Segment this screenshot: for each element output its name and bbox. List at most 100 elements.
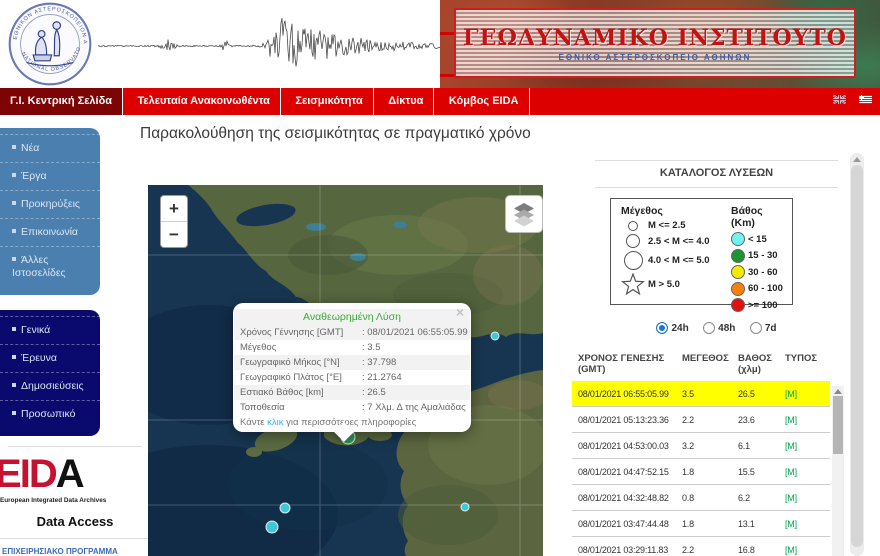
popup-row-location: Τοποθεσία: 7 Χλμ. Δ της Αμαλιάδας <box>234 400 470 415</box>
eida-logo[interactable]: EIDA <box>0 452 115 496</box>
catalog-title: ΚΑΤΑΛΟΓΟΣ ΛΥΣΕΩΝ <box>595 167 838 179</box>
scroll-up-icon[interactable] <box>834 389 842 394</box>
legend-magnitude-column: Μέγεθος M <= 2.5 2.5 < M <= 4.0 4.0 < M … <box>621 205 729 298</box>
radio-icon[interactable] <box>656 322 668 334</box>
greek-flag-language-button[interactable] <box>859 95 872 104</box>
table-row[interactable]: 08/01/2021 03:29:11.832.216.8[M] <box>572 537 830 556</box>
nav-item-eida-node[interactable]: Κόμβος EIDA <box>439 88 530 115</box>
legend-depth-title: Βάθος (Km) <box>731 205 789 229</box>
bullet-icon <box>12 201 16 205</box>
nav-item-latest-announcements[interactable]: Τελευταία Ανακοινωθέντα <box>127 88 280 115</box>
sidebar-item-label: Έρευνα <box>21 352 57 364</box>
map-legend: Μέγεθος M <= 2.5 2.5 < M <= 4.0 4.0 < M … <box>610 198 793 305</box>
legend-depth-item: < 15 <box>731 232 789 246</box>
eida-tagline: European Integrated Data Archives <box>0 497 150 504</box>
table-row[interactable]: 08/01/2021 04:32:48.820.86.2[M] <box>572 485 830 511</box>
page-scrollbar[interactable] <box>850 153 864 556</box>
nav-item-networks[interactable]: Δίκτυα <box>378 88 434 115</box>
nav-item-home[interactable]: Γ.Ι. Κεντρική Σελίδα <box>0 88 123 115</box>
earthquake-marker[interactable] <box>461 503 469 511</box>
main-navigation: Γ.Ι. Κεντρική Σελίδα Τελευταία Ανακοινωθ… <box>0 88 880 115</box>
data-access-label[interactable]: Data Access <box>0 514 150 529</box>
divider <box>0 538 148 539</box>
popup-title: Αναθεωρημένη Λύση <box>234 309 470 325</box>
institute-subtitle: ΕΘΝΙΚΟ ΑΣΤΕΡΟΣΚΟΠΕΙΟ ΑΘΗΝΩΝ <box>559 53 752 62</box>
zoom-out-button[interactable]: − <box>161 222 187 247</box>
sidebar-item-label: Επικοινωνία <box>21 226 78 238</box>
institute-title-box: ΓΕΩΔΥΝΑΜΙΚΟ ΙΝΣΤΙΤΟΥΤΟ ΕΘΝΙΚΟ ΑΣΤΕΡΟΣΚΟΠ… <box>454 8 856 78</box>
nav-item-seismicity[interactable]: Σεισμικότητα <box>285 88 373 115</box>
sidebar-menu-bottom: Γενικά Έρευνα Δημοσιεύσεις Προσωπικό <box>0 310 100 436</box>
institute-banner: ΓΕΩΔΥΝΑΜΙΚΟ ΙΝΣΤΙΤΟΥΤΟ ΕΘΝΙΚΟ ΑΣΤΕΡΟΣΚΟΠ… <box>440 0 880 88</box>
legend-depth-item: 60 - 100 <box>731 282 789 296</box>
uk-flag-language-button[interactable] <box>833 95 846 104</box>
large-circle-icon <box>624 251 643 270</box>
table-header: ΧΡΟΝΟΣ ΓΕΝΕΣΗΣ (GMT) ΜΕΓΕΘΟΣ ΒΑΘΟΣ (χλμ)… <box>572 351 830 381</box>
earthquake-marker[interactable] <box>266 521 278 533</box>
earthquake-marker[interactable] <box>491 332 499 340</box>
table-scrollbar[interactable] <box>832 386 844 556</box>
star-icon <box>621 273 645 295</box>
sidebar-item-news[interactable]: Νέα <box>0 134 100 162</box>
divider <box>8 446 142 447</box>
filter-24h[interactable]: 24h <box>656 322 688 334</box>
popup-row-origin-time: Χρόνος Γέννησης [GMT]: 08/01/2021 06:55:… <box>234 325 470 340</box>
medium-circle-icon <box>626 234 640 248</box>
sidebar-item-projects[interactable]: Έργα <box>0 162 100 190</box>
map-zoom-control: + − <box>160 195 188 248</box>
sidebar-menu-top: Νέα Έργα Προκηρύξεις Επικοινωνία Άλλες Ι… <box>0 128 100 295</box>
zoom-in-button[interactable]: + <box>161 196 187 222</box>
table-row[interactable]: 08/01/2021 04:47:52.151.815.5[M] <box>572 459 830 485</box>
depth-color-dot <box>731 232 745 246</box>
scroll-up-icon[interactable] <box>853 157 861 162</box>
sidebar-item-publications[interactable]: Δημοσιεύσεις <box>0 372 100 400</box>
sidebar-item-label: Προσωπικό <box>21 408 75 420</box>
sidebar-item-calls[interactable]: Προκηρύξεις <box>0 190 100 218</box>
sidebar-item-label: Άλλες Ιστοσελίδες <box>12 254 66 279</box>
sidebar-item-personnel[interactable]: Προσωπικό <box>0 400 100 428</box>
radio-icon[interactable] <box>703 322 715 334</box>
page-title: Παρακολούθηση της σεισμικότητας σε πραγμ… <box>140 125 531 143</box>
sidebar-item-label: Δημοσιεύσεις <box>21 380 84 392</box>
earthquake-table: ΧΡΟΝΟΣ ΓΕΝΕΣΗΣ (GMT) ΜΕΓΕΘΟΣ ΒΑΘΟΣ (χλμ)… <box>572 351 830 556</box>
more-info-link[interactable]: κλικ <box>267 417 283 428</box>
header-depth: ΒΑΘΟΣ (χλμ) <box>738 353 785 375</box>
close-icon[interactable]: × <box>456 304 464 320</box>
depth-color-dot <box>731 265 745 279</box>
legend-magnitude-item: 4.0 < M <= 5.0 <box>621 251 729 270</box>
earthquake-marker[interactable] <box>280 503 290 513</box>
table-row[interactable]: 08/01/2021 03:47:44.481.813.1[M] <box>572 511 830 537</box>
sidebar-item-research[interactable]: Έρευνα <box>0 344 100 372</box>
table-row[interactable]: 08/01/2021 05:13:23.362.223.6[M] <box>572 407 830 433</box>
divider <box>595 160 838 161</box>
institute-title: ΓΕΩΔΥΝΑΜΙΚΟ ΙΝΣΤΙΤΟΥΤΟ <box>463 25 847 51</box>
table-row[interactable]: 08/01/2021 04:53:00.033.26.1[M] <box>572 433 830 459</box>
depth-color-dot <box>731 282 745 296</box>
seismicity-map[interactable]: + − × Αναθεωρημένη Λύση Χρόνος Γέννησης … <box>148 185 543 556</box>
sidebar-item-label: Γενικά <box>21 324 50 336</box>
layers-icon <box>511 201 537 227</box>
filter-48h[interactable]: 48h <box>703 322 735 334</box>
radio-icon[interactable] <box>750 322 762 334</box>
page-header: ΕΘΝΙΚΟΝ ΑΣΤΕΡΟΣΚΟΠΕΙΟΝ ΑΘΗΝΩΝ NATIONAL O… <box>0 0 880 88</box>
eida-letter: E <box>0 452 20 496</box>
bullet-icon <box>12 383 16 387</box>
popup-row-depth: Εστιακό Βάθος [km]: 26.5 <box>234 385 470 400</box>
bullet-icon <box>12 145 16 149</box>
observatory-seal-logo[interactable]: ΕΘΝΙΚΟΝ ΑΣΤΕΡΟΣΚΟΠΕΙΟΝ ΑΘΗΝΩΝ NATIONAL O… <box>8 2 92 86</box>
sidebar-item-general[interactable]: Γενικά <box>0 316 100 344</box>
sidebar-item-label: Νέα <box>21 142 39 154</box>
time-filter-group: 24h 48h 7d <box>595 321 838 339</box>
table-row[interactable]: 08/01/2021 06:55:05.993.526.5[M] <box>572 381 830 407</box>
scrollbar-thumb[interactable] <box>851 165 863 547</box>
scrollbar-thumb[interactable] <box>833 396 843 454</box>
map-layers-control[interactable] <box>505 195 543 233</box>
sidebar-item-other-websites[interactable]: Άλλες Ιστοσελίδες <box>0 246 100 287</box>
sidebar-item-contact[interactable]: Επικοινωνία <box>0 218 100 246</box>
divider <box>595 187 838 188</box>
legend-depth-column: Βάθος (Km) < 15 15 - 30 30 - 60 60 - 100… <box>731 205 789 315</box>
popup-row-longitude: Γεωγραφικό Μήκος [°N]: 37.798 <box>234 355 470 370</box>
filter-7d[interactable]: 7d <box>750 322 777 334</box>
eida-letter: I <box>20 452 29 496</box>
popup-row-latitude: Γεωγραφικό Πλάτος [°E]: 21.2764 <box>234 370 470 385</box>
